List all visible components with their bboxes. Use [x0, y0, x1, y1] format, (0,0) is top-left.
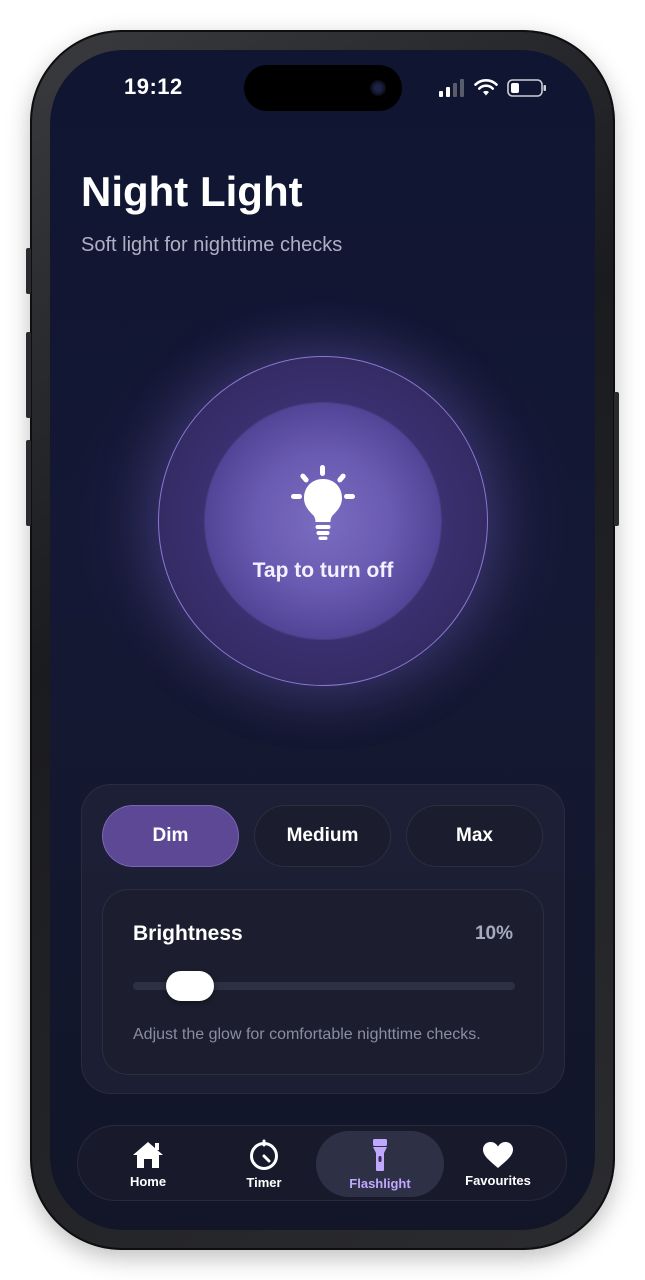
- volume-down-button: [26, 440, 31, 526]
- mode-dim-button[interactable]: Dim: [102, 805, 239, 867]
- brightness-label: Brightness: [133, 922, 243, 945]
- tab-home[interactable]: Home: [84, 1131, 212, 1197]
- brightness-value: 10%: [474, 923, 513, 944]
- brightness-panel: Dim Medium Max Brightness 10% Adjust the…: [81, 784, 565, 1094]
- status-icons: [439, 78, 547, 98]
- status-time: 19:12: [124, 74, 183, 99]
- camera-icon: [370, 80, 386, 96]
- lightbulb-icon: [291, 465, 355, 540]
- brightness-hint: Adjust the glow for comfortable nighttim…: [133, 1026, 481, 1043]
- tab-home-label: Home: [129, 1173, 167, 1189]
- wifi-icon: [474, 79, 498, 96]
- night-light-toggle-button[interactable]: Tap to turn off: [158, 356, 488, 686]
- tab-favourites[interactable]: Favourites: [434, 1131, 562, 1197]
- brightness-slider[interactable]: [133, 971, 515, 1001]
- timer-icon: [250, 1139, 278, 1170]
- flashlight-icon: [373, 1138, 387, 1171]
- action-button: [26, 248, 31, 294]
- tab-flashlight[interactable]: Flashlight: [316, 1131, 444, 1197]
- battery-icon: [507, 79, 546, 97]
- page-subtitle: Soft light for nighttime checks: [81, 234, 343, 256]
- page-title: Night Light: [81, 168, 303, 215]
- tab-timer-label: Timer: [246, 1174, 282, 1190]
- brightness-slider-thumb[interactable]: [166, 971, 215, 1001]
- signal-icon: [439, 79, 464, 97]
- power-button: [614, 392, 619, 526]
- mode-medium-button[interactable]: Medium: [254, 805, 391, 867]
- heart-icon: [483, 1141, 513, 1168]
- dynamic-island: [244, 65, 402, 111]
- tab-favourites-label: Favourites: [465, 1172, 531, 1188]
- screen: 19:12 Night Light Soft light for nightti…: [50, 50, 595, 1230]
- volume-up-button: [26, 332, 31, 418]
- tab-timer[interactable]: Timer: [200, 1131, 328, 1197]
- brightness-card: Brightness 10% Adjust the glow for comfo…: [102, 889, 544, 1075]
- tab-bar: Home Timer Flashlight Favourites: [77, 1125, 567, 1201]
- home-icon: [133, 1141, 163, 1168]
- light-button-label: Tap to turn off: [252, 559, 394, 582]
- tab-flashlight-label: Flashlight: [349, 1175, 411, 1191]
- mode-max-button[interactable]: Max: [406, 805, 543, 867]
